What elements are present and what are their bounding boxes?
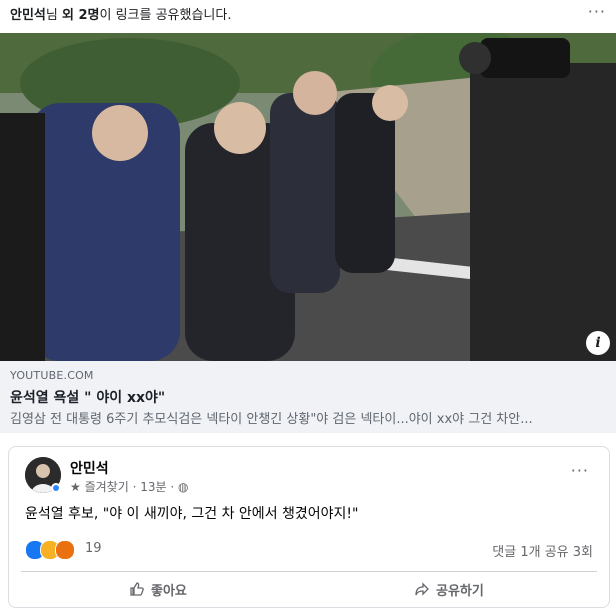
link-title[interactable]: 윤석열 욕설 " 야이 xx야" [10,387,165,407]
like-label: 좋아요 [151,583,187,599]
video-thumbnail[interactable]: i [0,33,616,361]
info-icon[interactable]: i [586,331,610,355]
share-count-link[interactable]: 공유 3회 [545,545,593,560]
link-source: YOUTUBE.COM [10,369,94,382]
thumbs-up-icon [130,582,144,596]
thumbnail-image [0,33,616,361]
angry-reaction-icon [55,540,75,560]
sharer-suffix: 님 [45,8,62,23]
meta-separator: · [132,480,137,494]
others-link[interactable]: 외 2명 [62,8,100,23]
sharer-name-link[interactable]: 안민석 [10,8,46,23]
share-label: 공유하기 [436,583,484,599]
post-meta: ★ 즐겨찾기 · 13분 · ◍ [70,478,189,495]
link-description: 김영삼 전 대통령 6주기 추모식검은 넥타이 안챙긴 상황"야 검은 넥타이.… [10,412,533,427]
share-button[interactable]: 공유하기 [414,575,484,603]
link-preview[interactable]: YOUTUBE.COM 윤석열 욕설 " 야이 xx야" 김영삼 전 대통령 6… [0,361,616,433]
like-button[interactable]: 좋아요 [129,575,187,603]
action-divider [21,571,597,572]
comment-count-link[interactable]: 댓글 1개 [492,545,540,560]
globe-icon: ◍ [178,480,189,494]
post-more-options-icon[interactable]: ··· [571,461,589,480]
share-header-text: 안민석님 외 2명이 링크를 공유했습니다. [10,4,231,23]
shared-post-card: 안민석 ★ 즐겨찾기 · 13분 · ◍ ··· 윤석열 후보, "야 이 새끼… [8,446,610,608]
favorites-label: 즐겨찾기 [84,480,129,494]
share-header: 안민석님 외 2명이 링크를 공유했습니다. ··· [0,0,616,32]
post-time[interactable]: 13분 [140,480,166,494]
more-options-icon[interactable]: ··· [588,2,606,21]
post-stats: 댓글 1개 공유 3회 [492,541,593,560]
star-icon: ★ [70,480,81,494]
avatar-status-icon [51,483,61,493]
share-arrow-icon [415,582,429,596]
post-author[interactable]: 안민석 [70,458,109,478]
post-text: 윤석열 후보, "야 이 새끼야, 그건 차 안에서 챙겼어야지!" [25,506,359,522]
meta-separator: · [170,480,175,494]
reaction-count: 19 [85,541,102,556]
share-action-text: 이 링크를 공유했습니다. [99,8,232,23]
